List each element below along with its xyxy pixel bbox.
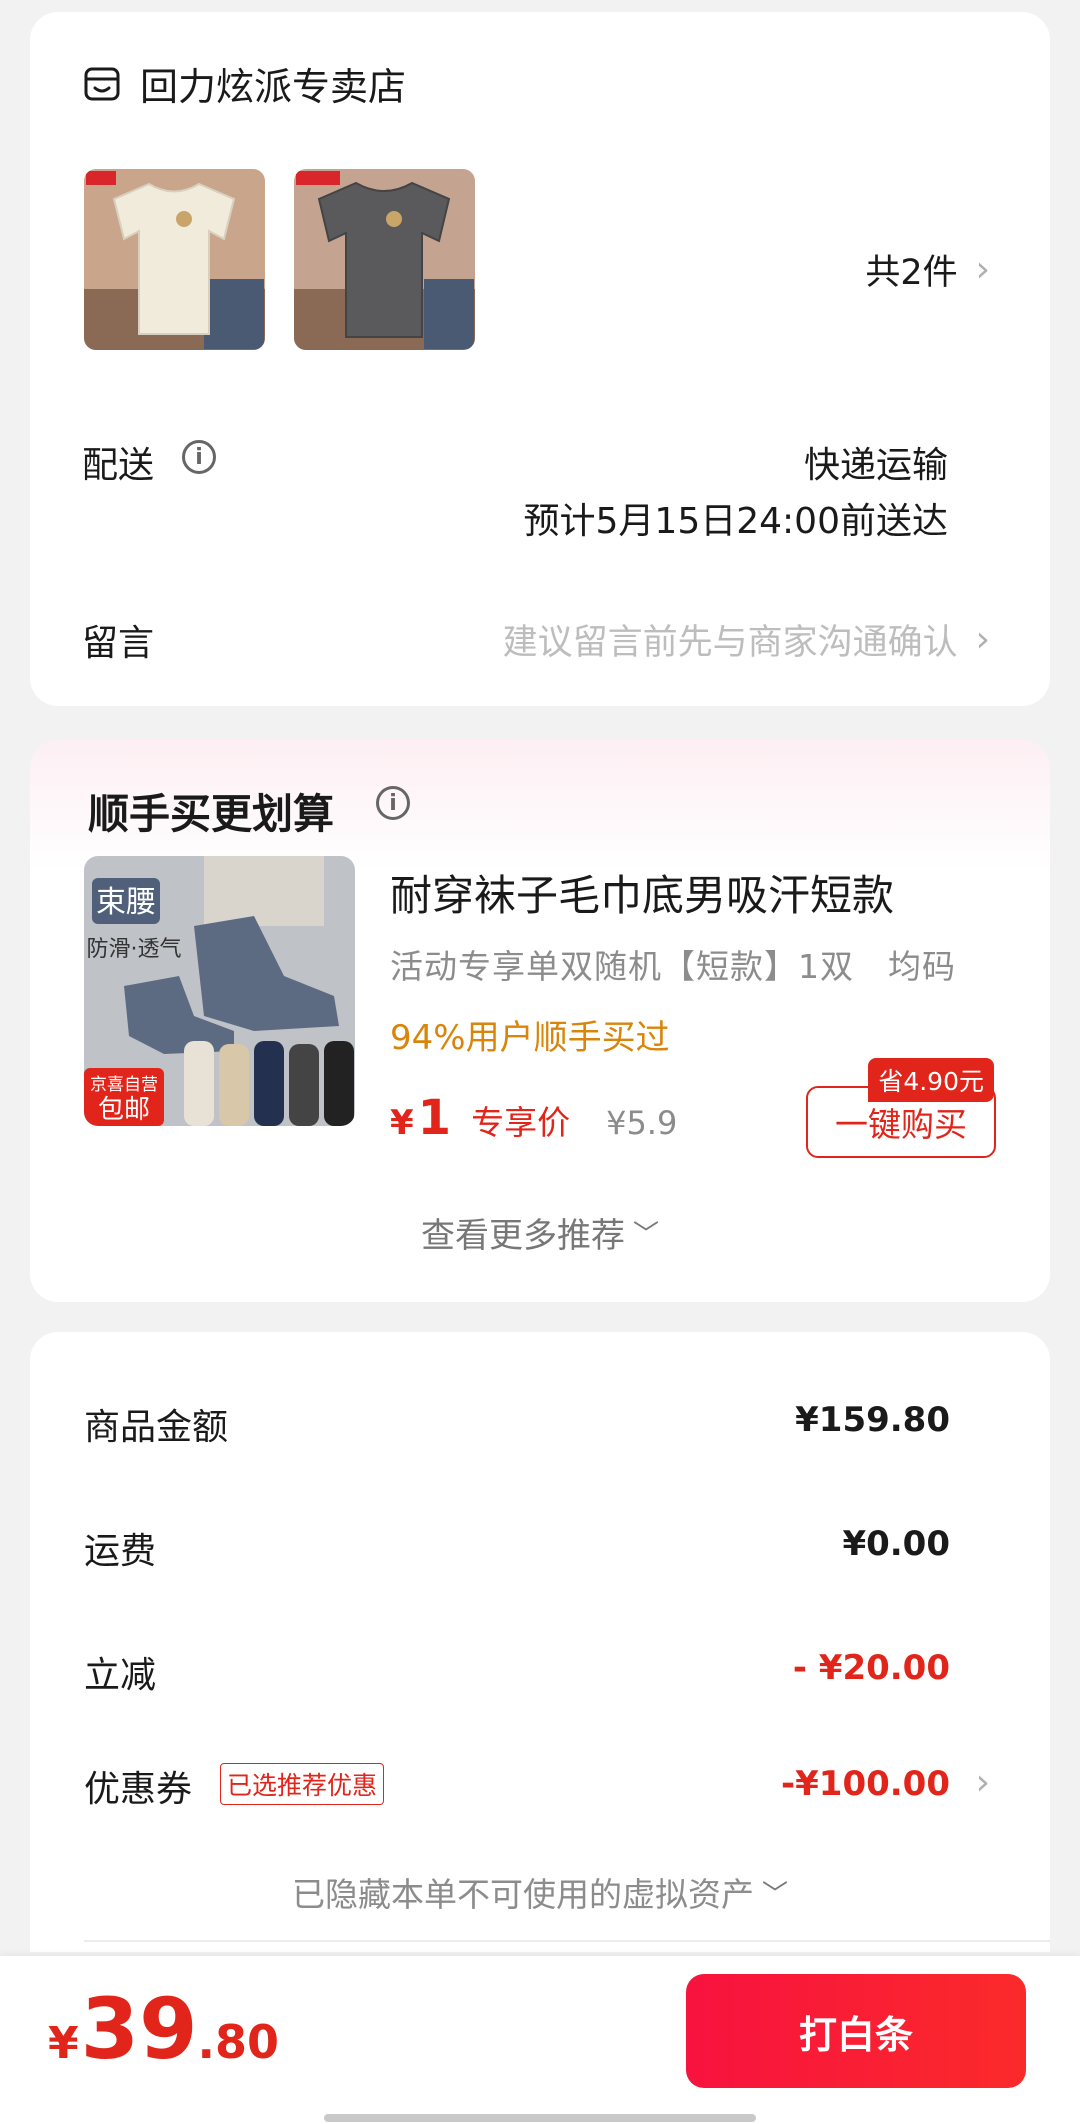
delivery-method: 快递运输 xyxy=(803,445,948,486)
message-input-row[interactable]: 建议留言前先与商家沟通确认 › xyxy=(503,614,990,665)
instant-discount-value: - ¥20.00 xyxy=(792,1648,950,1688)
hidden-assets-row[interactable]: 已隐藏本单不可使用的虚拟资产 ﹀ xyxy=(30,1868,1050,1916)
more-recommend-text: 查看更多推荐 xyxy=(420,1216,625,1256)
recommend-title: 顺手买更划算 xyxy=(88,790,334,838)
chevron-right-icon: › xyxy=(975,249,990,290)
chevron-down-icon: ﹀ xyxy=(632,1220,659,1250)
shipping-fee-value: ¥0.00 xyxy=(842,1524,950,1564)
jx-badge-text: 京喜自营 xyxy=(90,1075,158,1095)
recommend-product-spec: 活动专享单双随机【短款】1双 均码 xyxy=(390,947,956,986)
chevron-right-icon[interactable]: › xyxy=(976,1762,990,1803)
cream-tshirt-image xyxy=(84,169,265,350)
socks-feature-text: 防滑·透气 xyxy=(87,937,182,962)
order-total: ¥ 39 .80 xyxy=(48,1980,279,2078)
free-shipping-text: 包邮 xyxy=(98,1095,150,1125)
shipping-fee-label: 运费 xyxy=(84,1531,157,1572)
total-decimal: .80 xyxy=(197,2015,280,2069)
socks-image: 束腰 防滑·透气 京喜自营 包邮 xyxy=(84,856,355,1126)
recommend-price-row: ¥ 1 专享价 ¥5.9 xyxy=(390,1090,677,1146)
chevron-right-icon: › xyxy=(975,619,990,660)
total-integer: 39 xyxy=(80,1980,198,2078)
coupon-label: 优惠券 xyxy=(84,1769,193,1810)
delivery-eta: 预计5月15日24:00前送达 xyxy=(523,501,948,542)
store-card: 回力炫派专卖店 共2件 › 配送 i 快递运输 预计5月15日24:00前送达 … xyxy=(30,12,1050,706)
pay-button[interactable]: 打白条 xyxy=(686,1974,1026,2088)
message-placeholder: 建议留言前先与商家沟通确认 xyxy=(502,623,958,663)
product-thumb-cream-tshirt[interactable] xyxy=(84,169,265,350)
price-currency: ¥ xyxy=(390,1103,414,1143)
recommend-card: 顺手买更划算 i 束腰 防滑·透气 京喜自营 包邮 耐穿袜子毛巾底男吸汗短款 活… xyxy=(30,740,1050,1302)
recommend-product-name[interactable]: 耐穿袜子毛巾底男吸汗短款 xyxy=(390,862,894,923)
more-recommend-row[interactable]: 查看更多推荐 ﹀ xyxy=(30,1208,1050,1257)
info-icon[interactable]: i xyxy=(376,786,410,820)
message-label: 留言 xyxy=(82,623,155,664)
item-count: 共2件 xyxy=(865,253,958,293)
socks-brand-text: 束腰 xyxy=(96,885,156,920)
subtotal-value: ¥159.80 xyxy=(795,1400,950,1440)
exclusive-price-tag: 专享价 xyxy=(471,1103,571,1142)
divider xyxy=(84,1940,1050,1942)
info-icon[interactable]: i xyxy=(182,440,216,474)
original-price: ¥5.9 xyxy=(606,1104,678,1142)
checkout-bar: ¥ 39 .80 打白条 xyxy=(0,1956,1080,2124)
grey-tshirt-image xyxy=(294,169,475,350)
recommend-price: 1 xyxy=(417,1090,452,1146)
total-currency: ¥ xyxy=(48,2018,79,2069)
product-thumb-grey-tshirt[interactable] xyxy=(294,169,475,350)
recommend-product-image[interactable]: 束腰 防滑·透气 京喜自营 包邮 xyxy=(84,856,355,1126)
item-count-row[interactable]: 共2件 › xyxy=(865,244,990,295)
subtotal-label: 商品金额 xyxy=(84,1407,229,1448)
delivery-label: 配送 xyxy=(82,445,155,486)
recommend-social-proof: 94%用户顺手买过 xyxy=(390,1018,670,1058)
price-summary-card: 商品金额 ¥159.80 运费 ¥0.00 立减 - ¥20.00 优惠券 已选… xyxy=(30,1332,1050,1952)
save-badge: 省4.90元 xyxy=(868,1058,994,1102)
instant-discount-label: 立减 xyxy=(84,1655,157,1696)
chevron-down-icon: ﹀ xyxy=(761,1879,788,1910)
home-indicator[interactable] xyxy=(324,2114,756,2122)
store-name: 回力炫派专卖店 xyxy=(140,65,407,109)
store-icon xyxy=(84,67,120,100)
coupon-value[interactable]: -¥100.00 xyxy=(781,1764,950,1804)
store-header[interactable]: 回力炫派专卖店 xyxy=(82,56,406,111)
coupon-tag: 已选推荐优惠 xyxy=(220,1763,385,1805)
hidden-assets-text: 已隐藏本单不可使用的虚拟资产 xyxy=(291,1875,754,1914)
